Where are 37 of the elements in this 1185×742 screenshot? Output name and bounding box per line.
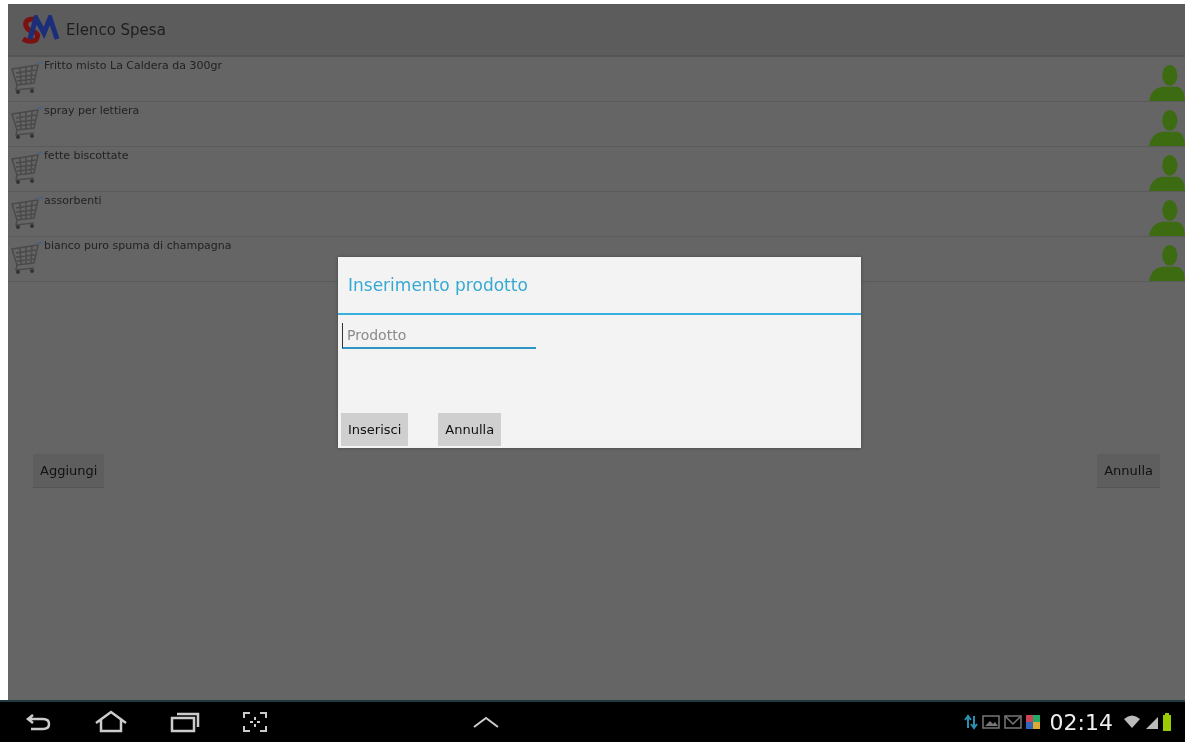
dialog-button[interactable]: Annulla — [438, 413, 502, 446]
image-icon — [981, 715, 1000, 729]
list-row[interactable]: assorbenti — [8, 192, 1185, 237]
signal-icon — [1145, 715, 1159, 729]
person-icon — [1147, 108, 1185, 146]
item-name: bianco puro spuma di champagna — [44, 239, 233, 252]
list-row[interactable]: Fritto misto La Caldera da 300gr — [8, 57, 1185, 102]
data-transfer-icon — [963, 714, 978, 730]
cart-icon — [8, 61, 44, 97]
cart-icon — [8, 196, 44, 232]
item-name: assorbenti — [44, 194, 103, 207]
list-row[interactable]: spray per lettiera — [8, 102, 1185, 147]
dialog-button[interactable]: Inserisci — [341, 413, 409, 446]
person-icon — [1147, 153, 1185, 191]
app-grid-icon — [1025, 715, 1040, 729]
product-input[interactable]: Prodotto — [342, 323, 536, 349]
action-button[interactable]: Aggiungi — [33, 454, 105, 487]
cart-icon — [8, 106, 44, 142]
screenshot-icon[interactable] — [241, 710, 269, 734]
person-icon — [1147, 198, 1185, 236]
person-icon — [1147, 243, 1185, 281]
cart-icon — [8, 151, 44, 187]
list-row[interactable]: fette biscottate — [8, 147, 1185, 192]
recent-apps-icon[interactable] — [169, 710, 201, 734]
item-name: fette biscottate — [44, 149, 130, 162]
person-icon — [1147, 63, 1185, 101]
logo-icon — [20, 14, 60, 45]
app-title: Elenco Spesa — [66, 20, 166, 39]
battery-icon — [1163, 713, 1171, 731]
home-icon[interactable] — [93, 710, 129, 734]
clock-time: 02:14 — [1049, 709, 1113, 735]
dialog-title: Inserimento prodotto — [338, 257, 861, 315]
mail-icon — [1003, 715, 1022, 729]
cart-icon — [8, 241, 44, 277]
item-name: spray per lettiera — [44, 104, 141, 117]
action-button[interactable]: Annulla — [1097, 454, 1160, 487]
item-name: Fritto misto La Caldera da 300gr — [44, 59, 224, 72]
